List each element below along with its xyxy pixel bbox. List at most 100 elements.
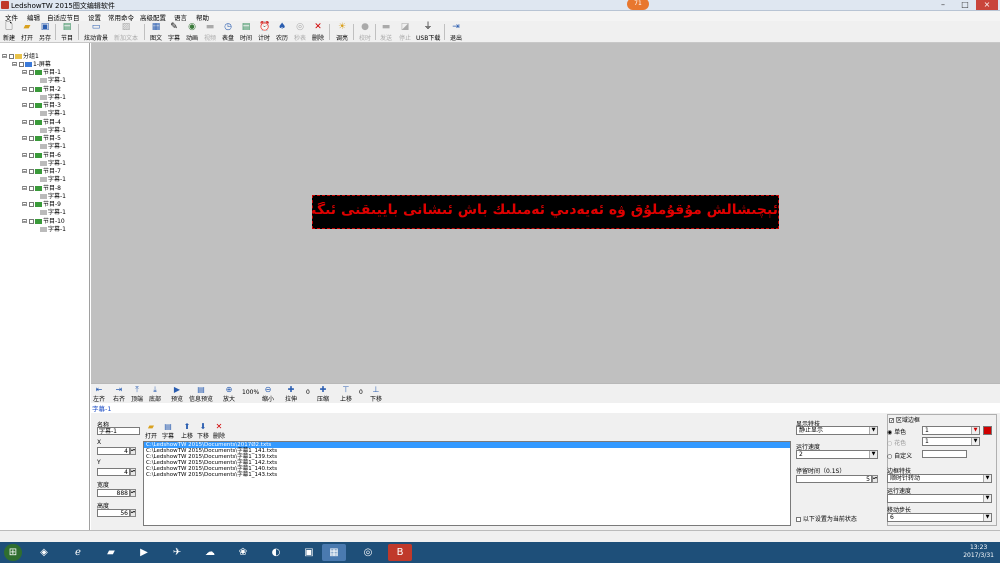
move-up-button[interactable]: ⊤ 上移 bbox=[340, 385, 352, 403]
tree-subtitle-node[interactable]: 字幕-1 bbox=[40, 160, 66, 168]
tree-program-node[interactable]: ⊟ 节目-6 bbox=[22, 152, 61, 160]
new-text-button[interactable]: ▨ 新加文本 bbox=[113, 23, 139, 43]
tree-subtitle-node[interactable]: 字幕-1 bbox=[40, 209, 66, 217]
zoom-out-button[interactable]: ⊖ 缩小 bbox=[262, 385, 274, 403]
start-icon[interactable]: ⊞ bbox=[4, 544, 22, 561]
checkbox[interactable] bbox=[28, 169, 34, 174]
stay-time-spinner[interactable]: ▴▾ bbox=[872, 475, 878, 483]
tree-program-node[interactable]: ⊟ 节目-8 bbox=[22, 185, 61, 193]
file-open-button[interactable]: ▰ 打开 bbox=[145, 422, 157, 440]
cloud-icon[interactable]: ☁ bbox=[198, 544, 222, 561]
checkbox[interactable] bbox=[28, 119, 34, 125]
checkbox[interactable] bbox=[28, 218, 34, 224]
led-preview-canvas[interactable]: ئېچىشالش مۇقۇملۇق ۋە ئەيەدىي ئەمىلىك باش… bbox=[91, 43, 1000, 383]
display-effect-select[interactable]: 静止显示 ▼ bbox=[796, 426, 878, 435]
tree-subtitle-node[interactable]: 字幕-1 bbox=[40, 127, 66, 135]
new-button[interactable]: 🗋 新建 bbox=[0, 23, 18, 43]
brightness-button[interactable]: ☀ 调亮 bbox=[333, 23, 351, 43]
border-speed-select[interactable]: ▼ bbox=[887, 494, 992, 503]
width-input[interactable]: 888 bbox=[97, 489, 130, 497]
tree-program-node[interactable]: ⊟ 节目-2 bbox=[22, 86, 61, 94]
tree-subtitle-node[interactable]: 字幕-1 bbox=[40, 176, 66, 184]
exit-button[interactable]: ⇥ 退出 bbox=[447, 23, 465, 43]
flower-select[interactable]: 1 ▼ bbox=[922, 437, 980, 446]
subtitle-area[interactable]: ئېچىشالش مۇقۇملۇق ۋە ئەيەدىي ئەمىلىك باش… bbox=[312, 195, 779, 229]
align-top-button[interactable]: ⤒ 顶端 bbox=[131, 385, 143, 403]
name-input[interactable]: 字幕-1 bbox=[97, 427, 140, 435]
tree-program-node[interactable]: ⊟ 节目-9 bbox=[22, 201, 61, 209]
checkbox[interactable] bbox=[28, 103, 34, 108]
subtitle-file-list[interactable]: C:\LedshowTW 2015\Documents\2017Ø2.txts … bbox=[143, 441, 791, 526]
y-input[interactable]: 4 bbox=[97, 468, 130, 476]
close-icon[interactable]: × bbox=[976, 0, 998, 10]
align-left-button[interactable]: ⇤ 左齐 bbox=[93, 385, 105, 403]
graphic-text-button[interactable]: ▦ 图文 bbox=[147, 23, 165, 43]
browser-icon[interactable]: ◐ bbox=[264, 544, 288, 561]
ie-icon[interactable]: ℯ bbox=[66, 544, 90, 561]
border-color-swatch[interactable] bbox=[983, 426, 992, 435]
tree-subtitle-node[interactable]: 字幕-1 bbox=[40, 226, 66, 234]
file-move-up-button[interactable]: ⬆ 上移 bbox=[181, 422, 193, 440]
tree-subtitle-node[interactable]: 字幕-1 bbox=[40, 110, 66, 118]
dial-button[interactable]: ◷ 表盘 bbox=[219, 23, 237, 43]
stay-time-input[interactable]: 5 bbox=[796, 475, 872, 483]
tree-group-node[interactable]: ⊟ 分组1 bbox=[2, 53, 39, 61]
info-preview-button[interactable]: ▤ 信息预览 bbox=[189, 385, 213, 403]
speed-select[interactable]: 2 ▼ bbox=[796, 450, 878, 459]
file-subtitle-button[interactable]: ▤ 字幕 bbox=[162, 422, 174, 440]
single-color-select[interactable]: 1 ▼ bbox=[922, 426, 980, 435]
checkbox[interactable] bbox=[28, 136, 34, 141]
send-button[interactable]: ▬ 发送 bbox=[377, 23, 395, 43]
checkbox[interactable] bbox=[28, 202, 34, 207]
stopwatch-button[interactable]: ◎ 秒表 bbox=[291, 23, 309, 43]
delete-button[interactable]: ✕ 删除 bbox=[309, 23, 327, 43]
checkbox[interactable] bbox=[18, 62, 24, 67]
compress-button[interactable]: ✚ 压缩 bbox=[317, 385, 329, 403]
move-step-select[interactable]: 6 ▼ bbox=[887, 513, 992, 522]
height-spinner[interactable]: ▴▾ bbox=[130, 509, 136, 517]
align-bottom-button[interactable]: ⤓ 底部 bbox=[149, 385, 161, 403]
move-down-button[interactable]: ⊥ 下移 bbox=[370, 385, 382, 403]
baidu-icon[interactable]: ❀ bbox=[231, 544, 255, 561]
taskbar-app-icon[interactable]: ◈ bbox=[32, 544, 56, 561]
single-color-option[interactable]: ◉ 单色 bbox=[887, 427, 906, 436]
flower-option[interactable]: ○ 花色 bbox=[887, 438, 906, 447]
subtitle-button[interactable]: ✎ 字幕 bbox=[165, 23, 183, 43]
custom-input[interactable] bbox=[922, 450, 967, 458]
y-spinner[interactable]: ▴▾ bbox=[130, 468, 136, 476]
timer-button[interactable]: ⏰ 计时 bbox=[255, 23, 273, 43]
time-button[interactable]: ▤ 时间 bbox=[237, 23, 255, 43]
video-button[interactable]: ▬ 视频 bbox=[201, 23, 219, 43]
tree-subtitle-node[interactable]: 字幕-1 bbox=[40, 77, 66, 85]
checkbox[interactable] bbox=[8, 54, 14, 59]
width-spinner[interactable]: ▴▾ bbox=[130, 489, 136, 497]
ledshow-taskbar-icon[interactable]: B bbox=[388, 544, 412, 561]
animation-button[interactable]: ◉ 动画 bbox=[183, 23, 201, 43]
tree-program-node[interactable]: ⊟ 节目-10 bbox=[22, 218, 65, 226]
border-enable-checkbox[interactable]: ✓ bbox=[889, 418, 894, 424]
dynamic-background-button[interactable]: ▭ 炫动背景 bbox=[84, 23, 108, 43]
image-viewer-icon[interactable]: ▦ bbox=[322, 544, 346, 561]
save-as-button[interactable]: ▣ 另存 bbox=[36, 23, 54, 43]
time-sync-button[interactable]: ● 校时 bbox=[356, 23, 374, 43]
tree-subtitle-node[interactable]: 字幕-1 bbox=[40, 94, 66, 102]
checkbox[interactable] bbox=[28, 152, 34, 158]
minimize-icon[interactable]: – bbox=[932, 0, 954, 10]
tree-program-node[interactable]: ⊟ 节目-4 bbox=[22, 119, 61, 127]
file-move-down-button[interactable]: ⬇ 下移 bbox=[197, 422, 209, 440]
tree-screen-node[interactable]: ⊟ 1-屏幕 bbox=[12, 61, 51, 69]
green-app-icon[interactable]: ◎ bbox=[356, 544, 380, 561]
apply-current-checkbox[interactable] bbox=[796, 517, 801, 522]
tree-program-node[interactable]: ⊟ 节目-3 bbox=[22, 102, 61, 110]
stretch-button[interactable]: ✚ 拉伸 bbox=[285, 385, 297, 403]
preview-button[interactable]: ▶ 预览 bbox=[171, 385, 183, 403]
x-input[interactable]: 4 bbox=[97, 447, 130, 455]
checkbox[interactable] bbox=[28, 185, 34, 191]
program-button[interactable]: ▤ 节目 bbox=[58, 23, 76, 43]
open-button[interactable]: ▰ 打开 bbox=[18, 23, 36, 43]
checkbox[interactable] bbox=[28, 86, 34, 92]
height-input[interactable]: 56 bbox=[97, 509, 130, 517]
border-effect-select[interactable]: 顺时针转动 ▼ bbox=[887, 474, 992, 483]
usb-download-button[interactable]: ⏚ USB下载 bbox=[416, 23, 440, 43]
bird-app-icon[interactable]: ✈ bbox=[165, 544, 189, 561]
